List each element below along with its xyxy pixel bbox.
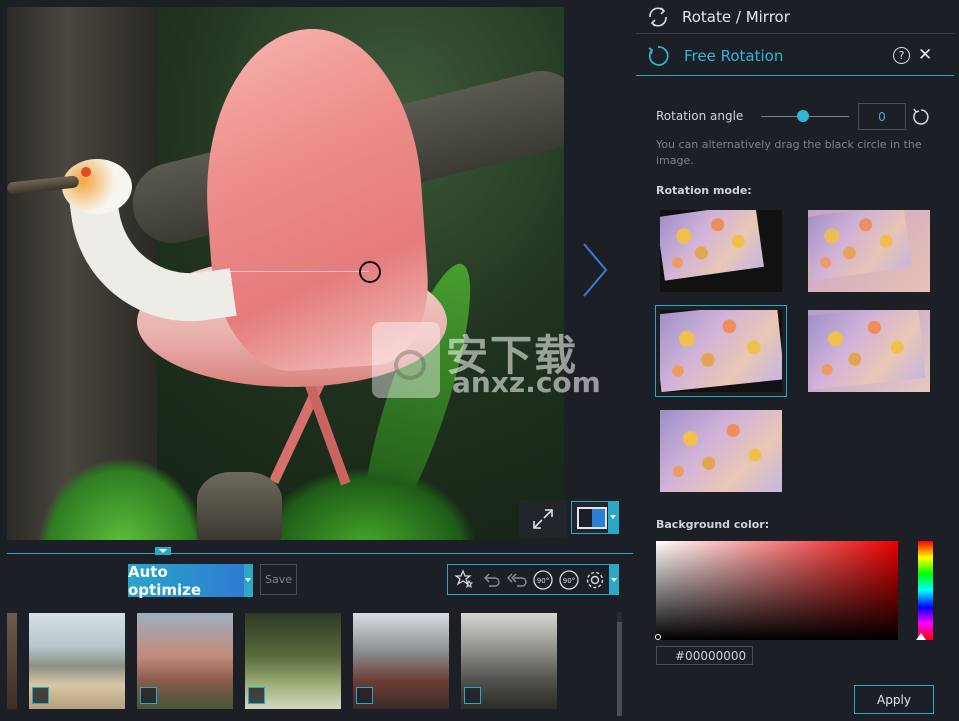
preview-image	[808, 210, 912, 281]
hue-slider[interactable]	[918, 541, 933, 640]
thumbnail-checkbox[interactable]	[140, 687, 157, 704]
preview-image	[660, 310, 782, 392]
undo-icon[interactable]	[478, 567, 504, 593]
collapse-toolbar-toggle[interactable]	[155, 547, 171, 555]
thumbnail[interactable]	[245, 613, 341, 709]
photo-editor-window: 安下载 anxz.com Auto optimize Save 90° 90° …	[0, 0, 959, 721]
rotate-mirror-section[interactable]: Rotate / Mirror	[636, 0, 954, 34]
fullscreen-icon	[533, 509, 553, 529]
thumbnail-checkbox[interactable]	[32, 687, 49, 704]
magic-wand-icon[interactable]	[452, 567, 478, 593]
help-icon[interactable]: ?	[893, 47, 910, 64]
photo-canvas[interactable]	[7, 7, 564, 540]
thumbnail-scrollbar-thumb[interactable]	[617, 622, 622, 716]
background-color-label: Background color:	[656, 518, 770, 531]
hex-color-input[interactable]: #00000000	[656, 646, 753, 665]
close-icon[interactable]: ✕	[918, 45, 932, 65]
rotation-angle-slider-knob[interactable]	[797, 110, 809, 122]
free-rotation-icon	[648, 45, 669, 66]
rotation-mode-option[interactable]	[808, 210, 930, 292]
rotation-angle-label: Rotation angle	[656, 109, 744, 123]
fullscreen-button[interactable]	[519, 500, 567, 538]
edit-tools-group: 90° 90°	[447, 564, 619, 595]
tools-dropdown-arrow[interactable]	[609, 564, 619, 595]
bird-wing	[195, 21, 434, 377]
rotation-mode-label: Rotation mode:	[656, 184, 752, 197]
undo-all-icon[interactable]	[504, 567, 530, 593]
rotation-guide-line	[229, 271, 369, 272]
rotate-mirror-icon	[649, 6, 667, 27]
before-after-compare-icon	[577, 506, 607, 529]
rotation-mode-option-selected[interactable]	[655, 305, 787, 397]
preview-image	[660, 410, 782, 492]
apply-button[interactable]: Apply	[854, 685, 934, 714]
thumbnail[interactable]	[29, 613, 125, 709]
rotation-mode-option[interactable]	[808, 310, 930, 392]
save-button[interactable]: Save	[260, 564, 297, 595]
rotate-right-90-icon[interactable]: 90°	[556, 567, 582, 593]
rotation-angle-input[interactable]: 0	[858, 103, 906, 130]
color-picker-field[interactable]	[656, 541, 898, 640]
toolbar-divider	[7, 553, 633, 554]
next-arrow-icon[interactable]	[580, 240, 610, 300]
thumbnail[interactable]	[137, 613, 233, 709]
gear-icon[interactable]	[582, 567, 608, 593]
perch-stump	[197, 472, 282, 540]
rotation-mode-option[interactable]	[660, 410, 782, 492]
compare-dropdown-arrow[interactable]	[608, 502, 618, 533]
rotation-mode-option[interactable]	[660, 210, 782, 292]
free-rotation-title: Free Rotation	[684, 46, 784, 65]
preview-image	[808, 310, 926, 390]
thumbnail-checkbox[interactable]	[248, 687, 265, 704]
thumbnail[interactable]	[353, 613, 449, 709]
thumbnail-strip	[7, 606, 633, 716]
preview-image	[660, 210, 764, 281]
thumbnail-checkbox[interactable]	[356, 687, 373, 704]
auto-optimize-dropdown[interactable]	[244, 564, 253, 597]
color-picker-cursor[interactable]	[655, 634, 661, 640]
bird-eye	[81, 167, 91, 177]
leaf	[37, 457, 207, 540]
thumbnail[interactable]	[7, 613, 17, 709]
thumbnail-checkbox[interactable]	[464, 687, 481, 704]
auto-optimize-button[interactable]: Auto optimize	[128, 563, 244, 599]
compare-view-button[interactable]	[571, 501, 619, 534]
reset-rotation-icon[interactable]	[910, 106, 932, 128]
svg-text:90°: 90°	[563, 577, 575, 585]
svg-text:90°: 90°	[537, 577, 549, 585]
rotation-handle[interactable]	[359, 261, 381, 283]
rotate-left-90-icon[interactable]: 90°	[530, 567, 556, 593]
rotate-mirror-title: Rotate / Mirror	[682, 7, 790, 26]
thumbnail[interactable]	[461, 613, 557, 709]
rotation-hint-text: You can alternatively drag the black cir…	[656, 138, 922, 167]
leaf	[257, 467, 477, 540]
hue-slider-marker[interactable]	[916, 633, 926, 640]
